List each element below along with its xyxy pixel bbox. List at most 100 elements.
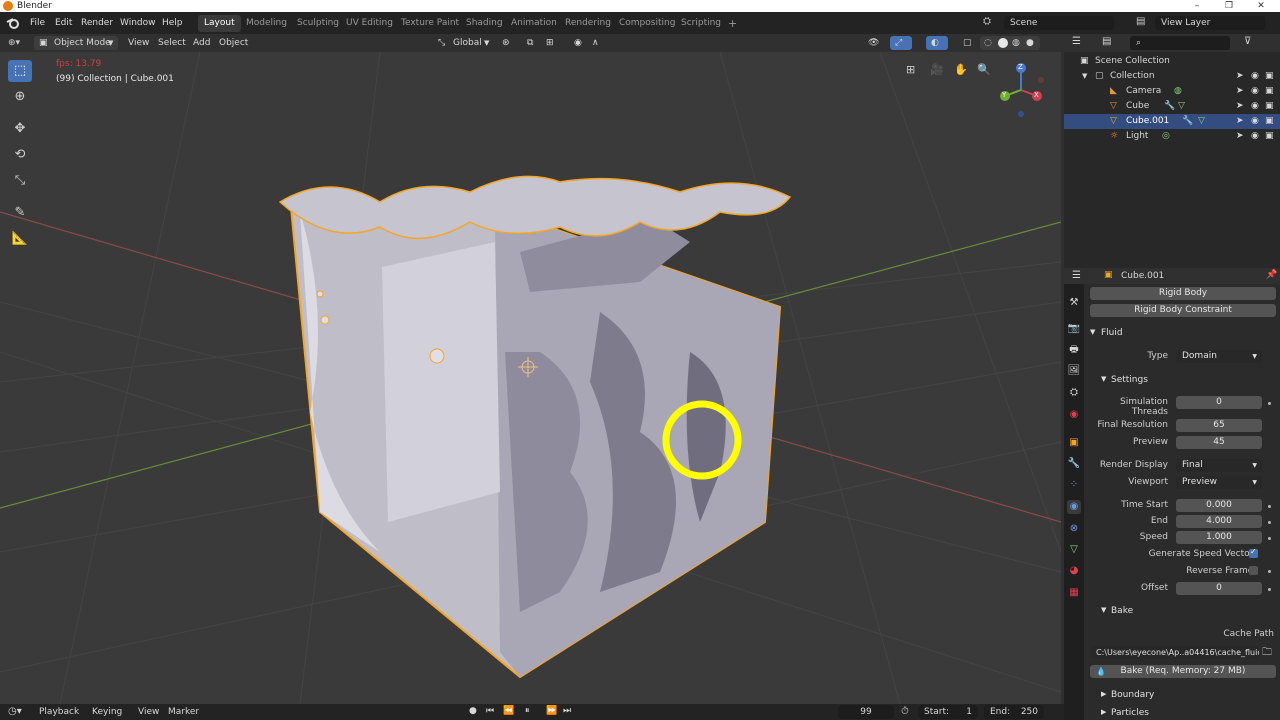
output-tab-icon[interactable]: 🖶 bbox=[1067, 343, 1081, 357]
pivot-icon[interactable]: ⊛ bbox=[502, 36, 510, 50]
selectable-icon[interactable]: ➤ bbox=[1236, 84, 1244, 99]
scene-selector[interactable]: Scene bbox=[1004, 16, 1114, 30]
add-workspace-button[interactable]: + bbox=[722, 15, 743, 32]
render-tab-icon[interactable]: 📷 bbox=[1067, 322, 1081, 336]
tab-scripting[interactable]: Scripting bbox=[675, 15, 727, 32]
tab-layout[interactable]: Layout bbox=[198, 15, 241, 32]
editor-type-icon[interactable]: ⊕▾ bbox=[8, 36, 20, 50]
cache-path-field[interactable]: C:\Users\eyecone\Ap..a04416\cache_fluid bbox=[1091, 646, 1259, 659]
final-resolution-field[interactable]: 65 bbox=[1176, 419, 1262, 432]
collapse-arrow-icon[interactable]: ▼ bbox=[1101, 375, 1106, 383]
keyframe-dot-icon[interactable] bbox=[1268, 537, 1271, 540]
jump-end-icon[interactable]: ⏭ bbox=[563, 706, 571, 716]
tab-animation[interactable]: Animation bbox=[505, 15, 563, 32]
view-layer-selector[interactable]: View Layer bbox=[1155, 16, 1265, 30]
viewport-dropdown[interactable]: Preview ▼ bbox=[1176, 476, 1262, 489]
menu-view[interactable]: View bbox=[128, 36, 149, 50]
editor-type-icon[interactable]: ☰ bbox=[1072, 36, 1081, 47]
type-dropdown[interactable]: Domain ▼ bbox=[1176, 350, 1262, 363]
modifier-tab-icon[interactable]: 🔧 bbox=[1067, 457, 1081, 471]
menu-window[interactable]: Window bbox=[120, 16, 156, 30]
mode-selector[interactable]: ▣ Object Mode ▼ bbox=[34, 36, 118, 50]
minimize-button[interactable]: – bbox=[1182, 0, 1212, 12]
snap-target-icon[interactable]: ⊞ bbox=[546, 36, 554, 50]
menu-marker[interactable]: Marker bbox=[168, 707, 199, 717]
scene-icon[interactable]: ⛭ bbox=[983, 16, 991, 27]
pin-icon[interactable]: 📌 bbox=[1266, 270, 1277, 280]
particles-tab-icon[interactable]: ⁘ bbox=[1067, 478, 1081, 492]
proportional-edit-icon[interactable]: ◉ bbox=[574, 36, 582, 50]
object-tab-icon[interactable]: ▣ bbox=[1067, 436, 1081, 450]
3d-viewport[interactable]: fps: 13.79 (99) Collection | Cube.001 ⬚ … bbox=[0, 52, 1061, 704]
grid-view-icon[interactable]: ⊞ bbox=[906, 63, 915, 76]
jump-start-icon[interactable]: ⏮ bbox=[486, 706, 494, 716]
tab-texture-paint[interactable]: Texture Paint bbox=[395, 15, 465, 32]
render-camera-icon[interactable]: ▣ bbox=[1265, 69, 1274, 84]
folder-icon[interactable]: 🗀 bbox=[1262, 645, 1272, 662]
eye-icon[interactable]: ◉ bbox=[1251, 69, 1259, 84]
menu-add[interactable]: Add bbox=[193, 36, 210, 50]
tab-rendering[interactable]: Rendering bbox=[559, 15, 617, 32]
select-box-tool[interactable]: ⬚ bbox=[8, 60, 32, 82]
view-layer-tab-icon[interactable]: 🖼 bbox=[1067, 364, 1081, 378]
render-camera-icon[interactable]: ▣ bbox=[1265, 84, 1274, 99]
snap-icon[interactable]: ⧉ bbox=[527, 36, 533, 50]
gizmo-toggle[interactable]: ⤢ bbox=[890, 36, 912, 50]
view-layer-icon[interactable]: ▤ bbox=[1136, 16, 1145, 27]
outliner-item-camera[interactable]: ◣ Camera ◍ ➤ ◉ ▣ bbox=[1064, 84, 1280, 99]
tab-sculpting[interactable]: Sculpting bbox=[291, 15, 345, 32]
start-frame-field[interactable]: Start: 1 bbox=[918, 705, 978, 719]
collapse-arrow-icon[interactable]: ▼ bbox=[1101, 606, 1106, 614]
record-icon[interactable]: ● bbox=[469, 706, 477, 716]
selectable-icon[interactable]: ➤ bbox=[1236, 69, 1244, 84]
keyframe-dot-icon[interactable] bbox=[1268, 588, 1271, 591]
solid-shading-icon[interactable] bbox=[998, 38, 1008, 48]
world-tab-icon[interactable]: ◉ bbox=[1067, 408, 1081, 422]
tab-modeling[interactable]: Modeling bbox=[240, 15, 293, 32]
zoom-icon[interactable]: 🔍 bbox=[977, 63, 991, 76]
bake-button[interactable]: 💧 Bake (Req. Memory: 27 MB) bbox=[1090, 665, 1276, 678]
expand-arrow-icon[interactable]: ▼ bbox=[1082, 69, 1087, 84]
maximize-button[interactable]: ❐ bbox=[1214, 0, 1244, 12]
time-start-field[interactable]: 0.000 bbox=[1176, 499, 1262, 512]
tab-shading[interactable]: Shading bbox=[460, 15, 509, 32]
outliner-item-cube-001[interactable]: ▽ Cube.001 🔧 ▽ ➤ ◉ ▣ bbox=[1064, 114, 1280, 129]
outliner-item-light[interactable]: ☼ Light ◎ ➤ ◉ ▣ bbox=[1064, 129, 1280, 144]
physics-tab-icon[interactable]: ◉ bbox=[1067, 500, 1081, 514]
expand-arrow-icon[interactable]: ▶ bbox=[1101, 690, 1106, 698]
rendered-shading-icon[interactable]: ● bbox=[1026, 36, 1034, 50]
keyframe-dot-icon[interactable] bbox=[1268, 505, 1271, 508]
material-tab-icon[interactable]: ◕ bbox=[1067, 564, 1081, 578]
menu-select[interactable]: Select bbox=[158, 36, 186, 50]
collapse-arrow-icon[interactable]: ▼ bbox=[1090, 328, 1095, 336]
blender-menu-icon[interactable] bbox=[6, 16, 20, 30]
overlay-toggle[interactable]: ◐ bbox=[926, 36, 948, 50]
end-frame-field[interactable]: End: 250 bbox=[984, 705, 1044, 719]
pause-icon[interactable]: ⏸ bbox=[525, 706, 530, 716]
outliner-scene-collection[interactable]: ▣ Scene Collection bbox=[1064, 54, 1280, 69]
prev-keyframe-icon[interactable]: ⏪ bbox=[503, 706, 514, 716]
constraints-tab-icon[interactable]: ⊗ bbox=[1067, 522, 1081, 536]
selectable-icon[interactable]: ➤ bbox=[1236, 99, 1244, 114]
scale-tool[interactable]: ⤡ bbox=[8, 170, 32, 192]
keyframe-dot-icon[interactable] bbox=[1268, 521, 1271, 524]
outliner-item-cube[interactable]: ▽ Cube 🔧 ▽ ➤ ◉ ▣ bbox=[1064, 99, 1280, 114]
rigid-body-button[interactable]: Rigid Body bbox=[1090, 287, 1276, 300]
rotate-tool[interactable]: ⟲ bbox=[8, 144, 32, 166]
display-mode-icon[interactable]: ▤ bbox=[1102, 36, 1111, 47]
texture-tab-icon[interactable]: ▦ bbox=[1067, 586, 1081, 600]
filter-icon[interactable]: ⊽ bbox=[1244, 36, 1251, 47]
editor-type-icon[interactable]: ☰ bbox=[1072, 270, 1081, 281]
selectable-icon[interactable]: ➤ bbox=[1236, 129, 1244, 144]
outliner-collection[interactable]: ▼ ▢ Collection ➤ ◉ ▣ bbox=[1064, 69, 1280, 84]
selectable-icon[interactable]: ➤ bbox=[1236, 114, 1244, 129]
bake-subpanel-title[interactable]: Bake bbox=[1111, 606, 1133, 616]
pan-hand-icon[interactable]: ✋ bbox=[954, 63, 968, 76]
outliner-search-input[interactable]: ⌕ bbox=[1130, 36, 1230, 50]
orientation-selector[interactable]: Global bbox=[453, 36, 482, 50]
menu-render[interactable]: Render bbox=[81, 16, 113, 30]
annotate-tool[interactable]: ✎ bbox=[8, 202, 32, 224]
preview-field[interactable]: 45 bbox=[1176, 436, 1262, 449]
wireframe-shading-icon[interactable]: ◌ bbox=[984, 36, 992, 50]
visibility-icon[interactable]: 👁 bbox=[868, 36, 879, 50]
